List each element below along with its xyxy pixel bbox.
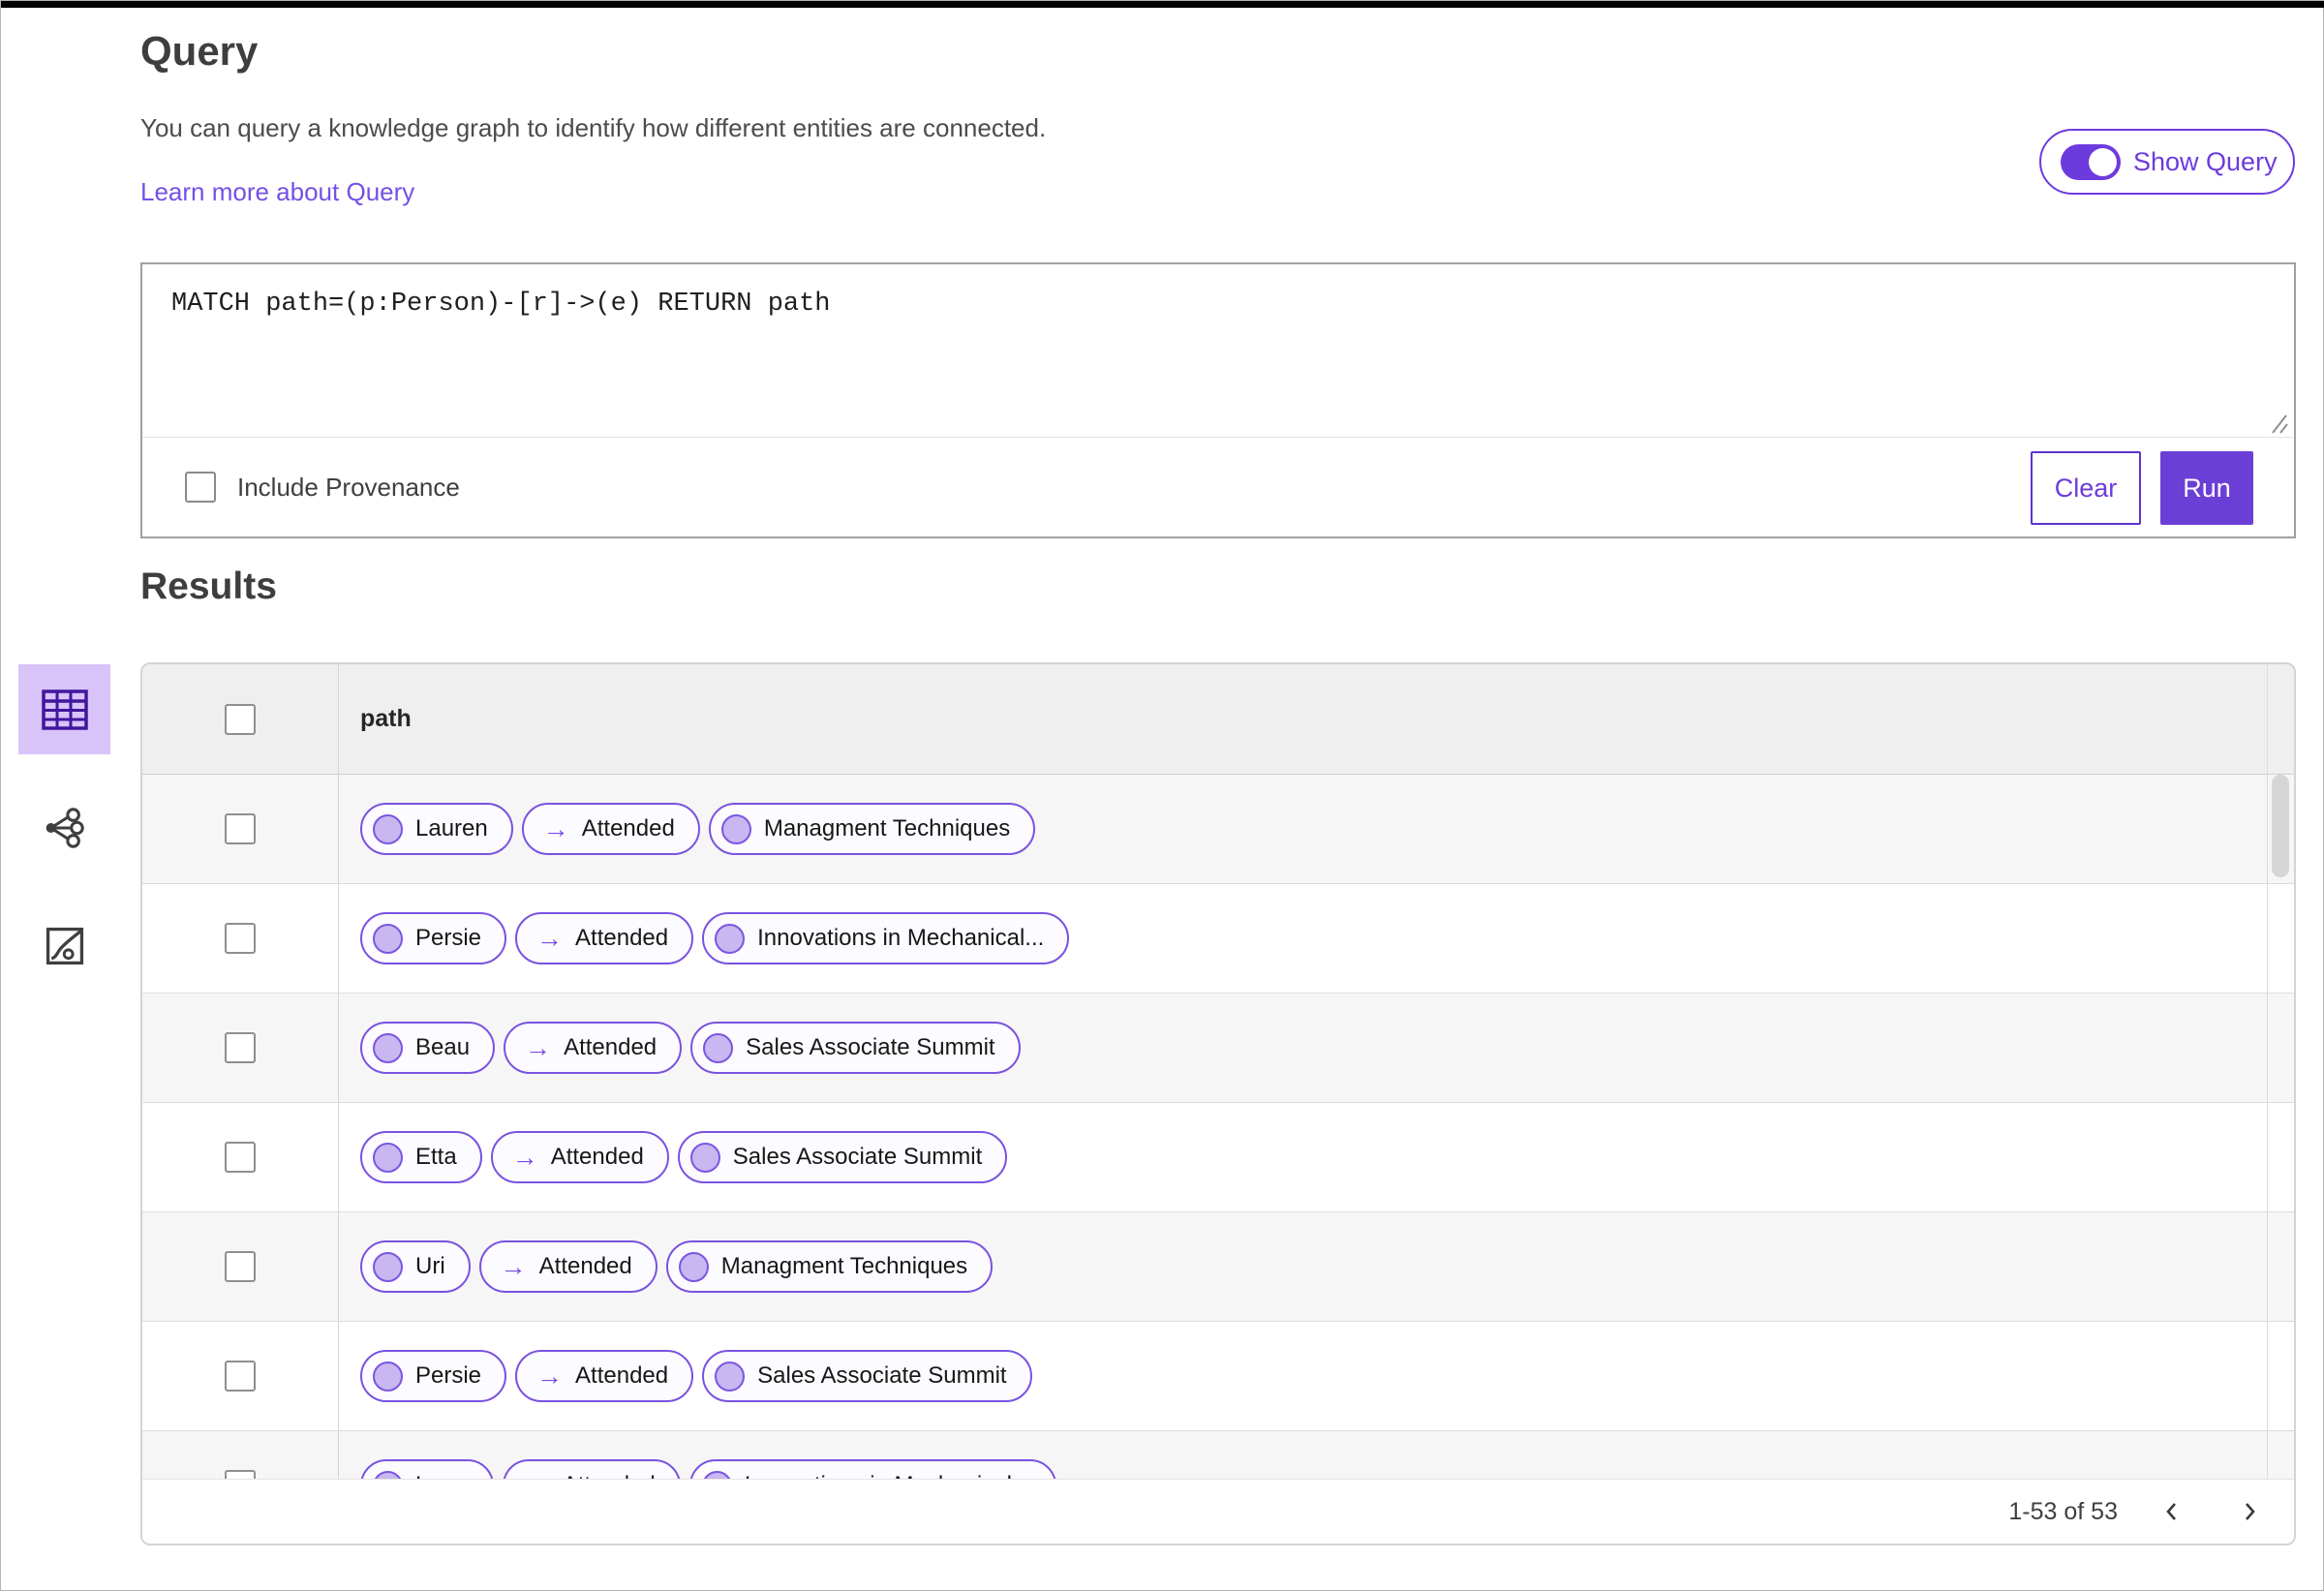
- show-query-label: Show Query: [2133, 146, 2278, 176]
- relation-pill[interactable]: → Attended: [490, 1131, 669, 1183]
- entity-node-pill[interactable]: Sales Associate Summit: [702, 1350, 1032, 1402]
- row-checkbox[interactable]: [225, 1251, 256, 1282]
- row-check-cell: [142, 1103, 339, 1211]
- node-icon: [689, 1142, 720, 1173]
- node-icon: [703, 1032, 734, 1063]
- relation-pill[interactable]: → Attended: [504, 1022, 683, 1074]
- entity-node-pill[interactable]: Sales Associate Summit: [677, 1131, 1008, 1183]
- person-node-pill[interactable]: Lauren: [360, 803, 513, 855]
- arrow-right-icon: →: [536, 923, 564, 953]
- chart-view-button[interactable]: [18, 901, 110, 991]
- person-node-pill[interactable]: Beau: [360, 1022, 496, 1074]
- arrow-right-icon: →: [536, 1361, 564, 1391]
- row-checkbox[interactable]: [225, 1361, 256, 1392]
- toggle-switch-icon[interactable]: [2061, 143, 2121, 180]
- row-check-cell: [142, 1212, 339, 1321]
- node-icon: [373, 923, 403, 954]
- relation-pill[interactable]: → Attended: [515, 912, 694, 964]
- pagination-range-label: 1-53 of 53: [2008, 1497, 2118, 1525]
- header-check-cell: [142, 664, 339, 774]
- page-title: Query: [140, 28, 259, 74]
- table-row: Lauren → Attended Managment Techniques: [142, 775, 2294, 884]
- path-cell: Persie → Attended Sales Associate Summit: [339, 1322, 1032, 1430]
- entity-node-pill[interactable]: Sales Associate Summit: [690, 1022, 1021, 1074]
- pagination-bar: 1-53 of 53: [142, 1479, 2294, 1544]
- node-icon: [720, 813, 751, 844]
- person-node-pill[interactable]: Uri: [360, 1240, 471, 1293]
- query-description: You can query a knowledge graph to ident…: [140, 113, 1047, 142]
- relation-pill[interactable]: → Attended: [515, 1350, 694, 1402]
- node-icon: [715, 923, 746, 954]
- results-table: path Lauren → Attended Managment Techniq…: [140, 662, 2296, 1545]
- select-all-checkbox[interactable]: [225, 703, 256, 735]
- table-row: Uri → Attended Managment Techniques: [142, 1212, 2294, 1322]
- path-cell: Etta → Attended Sales Associate Summit: [339, 1103, 1008, 1211]
- query-input[interactable]: MATCH path=(p:Person)-[r]->(e) RETURN pa…: [142, 264, 2294, 435]
- table-view-icon: [41, 688, 88, 730]
- path-cell: Beau → Attended Sales Associate Summit: [339, 994, 1021, 1102]
- next-page-button[interactable]: [2230, 1488, 2269, 1535]
- row-checkbox[interactable]: [225, 923, 256, 954]
- chart-view-icon: [46, 927, 83, 964]
- node-icon: [373, 813, 403, 844]
- scrollbar-thumb[interactable]: [2272, 775, 2289, 877]
- arrow-right-icon: →: [511, 1142, 538, 1172]
- results-view-switcher: [18, 664, 110, 1019]
- arrow-right-icon: →: [542, 813, 569, 843]
- vertical-scrollbar[interactable]: [2267, 664, 2294, 1479]
- previous-page-button[interactable]: [2153, 1488, 2191, 1535]
- row-check-cell: [142, 775, 339, 883]
- clear-button[interactable]: Clear: [2031, 451, 2141, 525]
- learn-more-link[interactable]: Learn more about Query: [140, 177, 414, 207]
- node-icon: [373, 1032, 403, 1063]
- run-button[interactable]: Run: [2160, 451, 2253, 525]
- row-checkbox[interactable]: [225, 813, 256, 844]
- relation-pill[interactable]: → Attended: [521, 803, 700, 855]
- table-body: Lauren → Attended Managment Techniques P…: [142, 775, 2294, 1541]
- resize-grip-icon[interactable]: [2263, 412, 2288, 435]
- arrow-right-icon: →: [500, 1251, 527, 1281]
- node-icon: [373, 1251, 403, 1282]
- table-row: Etta → Attended Sales Associate Summit: [142, 1103, 2294, 1212]
- node-icon: [678, 1251, 709, 1282]
- window-top-edge: [1, 1, 2324, 8]
- node-icon: [373, 1142, 403, 1173]
- entity-node-pill[interactable]: Innovations in Mechanical...: [702, 912, 1070, 964]
- chevron-right-icon: [2246, 1503, 2255, 1520]
- query-editor-panel: MATCH path=(p:Person)-[r]->(e) RETURN pa…: [140, 262, 2296, 538]
- node-icon: [373, 1361, 403, 1392]
- entity-node-pill[interactable]: Managment Techniques: [708, 803, 1036, 855]
- row-check-cell: [142, 994, 339, 1102]
- table-row: Persie → Attended Innovations in Mechani…: [142, 884, 2294, 994]
- person-node-pill[interactable]: Etta: [360, 1131, 482, 1183]
- query-actions-bar: Include Provenance Clear Run: [142, 438, 2294, 536]
- include-provenance-label: Include Provenance: [237, 472, 460, 502]
- table-row: Persie → Attended Sales Associate Summit: [142, 1322, 2294, 1431]
- path-cell: Persie → Attended Innovations in Mechani…: [339, 884, 1070, 993]
- arrow-right-icon: →: [525, 1032, 552, 1062]
- relation-pill[interactable]: → Attended: [478, 1240, 657, 1293]
- row-checkbox[interactable]: [225, 1032, 256, 1063]
- path-cell: Uri → Attended Managment Techniques: [339, 1212, 994, 1321]
- chevron-left-icon: [2166, 1503, 2176, 1520]
- row-checkbox[interactable]: [225, 1142, 256, 1173]
- graph-view-icon: [46, 807, 84, 848]
- table-header-row: path: [142, 664, 2294, 775]
- entity-node-pill[interactable]: Managment Techniques: [665, 1240, 994, 1293]
- node-icon: [715, 1361, 746, 1392]
- column-header-path: path: [360, 705, 412, 732]
- row-check-cell: [142, 1322, 339, 1430]
- person-node-pill[interactable]: Persie: [360, 912, 507, 964]
- person-node-pill[interactable]: Persie: [360, 1350, 507, 1402]
- row-check-cell: [142, 884, 339, 993]
- table-view-button[interactable]: [18, 664, 110, 754]
- results-title: Results: [140, 566, 277, 607]
- include-provenance-checkbox[interactable]: [185, 472, 216, 503]
- path-cell: Lauren → Attended Managment Techniques: [339, 775, 1036, 883]
- table-row: Beau → Attended Sales Associate Summit: [142, 994, 2294, 1103]
- show-query-toggle[interactable]: Show Query: [2039, 129, 2295, 195]
- graph-view-button[interactable]: [18, 782, 110, 872]
